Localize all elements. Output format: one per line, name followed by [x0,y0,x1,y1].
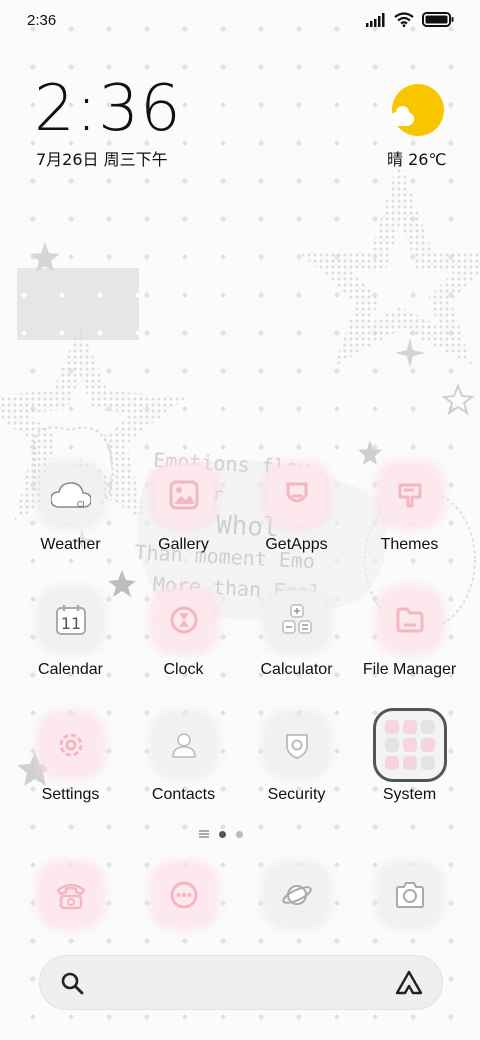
svg-text:Cl: Cl [77,500,85,509]
file-manager-icon [380,591,439,649]
gallery-icon [154,466,213,524]
messages-icon [154,866,213,924]
status-icons [366,12,454,27]
app-label-calculator: Calculator [260,661,333,678]
assistant-icon[interactable] [394,969,424,997]
page-indicator[interactable] [199,830,243,838]
getapps-icon [267,466,326,524]
mini-app-icon [402,756,417,770]
calendar-icon: 11 [41,591,100,649]
app-label-calendar: Calendar [38,661,103,678]
app-label-gallery: Gallery [158,536,209,553]
search-icon[interactable] [60,971,84,995]
app-clock[interactable]: Clock [127,591,240,679]
status-bar: 2:36 [0,0,480,44]
mini-app-icon [420,720,435,734]
app-system-folder[interactable]: System [353,708,466,804]
calendar-day: 11 [60,614,80,633]
app-calendar[interactable]: 11 Calendar [14,591,127,679]
halftone-star-large [298,157,480,367]
mini-app-icon [402,720,417,734]
mini-app-icon [384,756,399,770]
app-security[interactable]: Security [240,716,353,804]
app-label-themes: Themes [380,536,439,553]
search-bar[interactable] [39,955,443,1010]
clock-icon [154,591,213,649]
app-label-weather: Weather [40,536,101,553]
folder-icon [372,708,447,782]
mini-app-icon [384,720,399,734]
clock-widget-date[interactable]: 7月26日 周三下午 [36,146,168,170]
weather-icon: Cl [41,466,100,524]
sparkle [395,338,425,368]
app-label-clock: Clock [163,661,204,678]
mini-app-icon [384,738,399,752]
contacts-icon [154,716,213,774]
dock-camera[interactable] [353,866,466,924]
page-list-icon[interactable] [199,830,209,838]
clock-widget-time[interactable]: 2:36 [34,72,182,146]
battery-icon [422,12,454,27]
mini-app-icon [420,738,435,752]
mini-app-icon [402,738,417,752]
app-settings[interactable]: Settings [14,716,127,804]
dock-browser[interactable] [240,866,353,924]
dock-phone[interactable] [14,866,127,924]
page-dot-active[interactable] [219,830,226,838]
small-star-2 [358,440,382,465]
page-dot[interactable] [236,830,243,838]
browser-icon [267,866,326,924]
app-themes[interactable]: Themes [353,466,466,554]
weather-widget-text: 晴 26℃ [387,150,447,169]
status-time: 2:36 [27,12,57,29]
dock-messages[interactable] [127,866,240,924]
app-label-getapps: GetApps [265,536,328,553]
app-file-manager[interactable]: File Manager [353,591,466,679]
app-contacts[interactable]: Contacts [127,716,240,804]
phone-icon [41,866,100,924]
weather-widget[interactable]: 晴 26℃ [384,82,450,172]
app-getapps[interactable]: GetApps [240,466,353,554]
app-label-security: Security [267,786,326,803]
themes-icon [380,466,439,524]
signal-icon [366,12,385,27]
app-label-settings: Settings [41,786,100,803]
app-gallery[interactable]: Gallery [127,466,240,554]
app-calculator[interactable]: Calculator [240,591,353,679]
mini-app-icon [420,756,435,770]
settings-icon [41,716,100,774]
small-star-1 [30,242,60,272]
wifi-icon [394,12,414,27]
app-weather[interactable]: Cl Weather [14,466,127,554]
app-label-system: System [382,786,437,803]
app-label-file-manager: File Manager [362,661,457,678]
outline-star [441,383,475,416]
security-icon [267,716,326,774]
camera-icon [380,866,439,924]
cloud-shape [390,106,414,126]
app-label-contacts: Contacts [151,786,216,803]
calculator-icon [267,591,326,649]
